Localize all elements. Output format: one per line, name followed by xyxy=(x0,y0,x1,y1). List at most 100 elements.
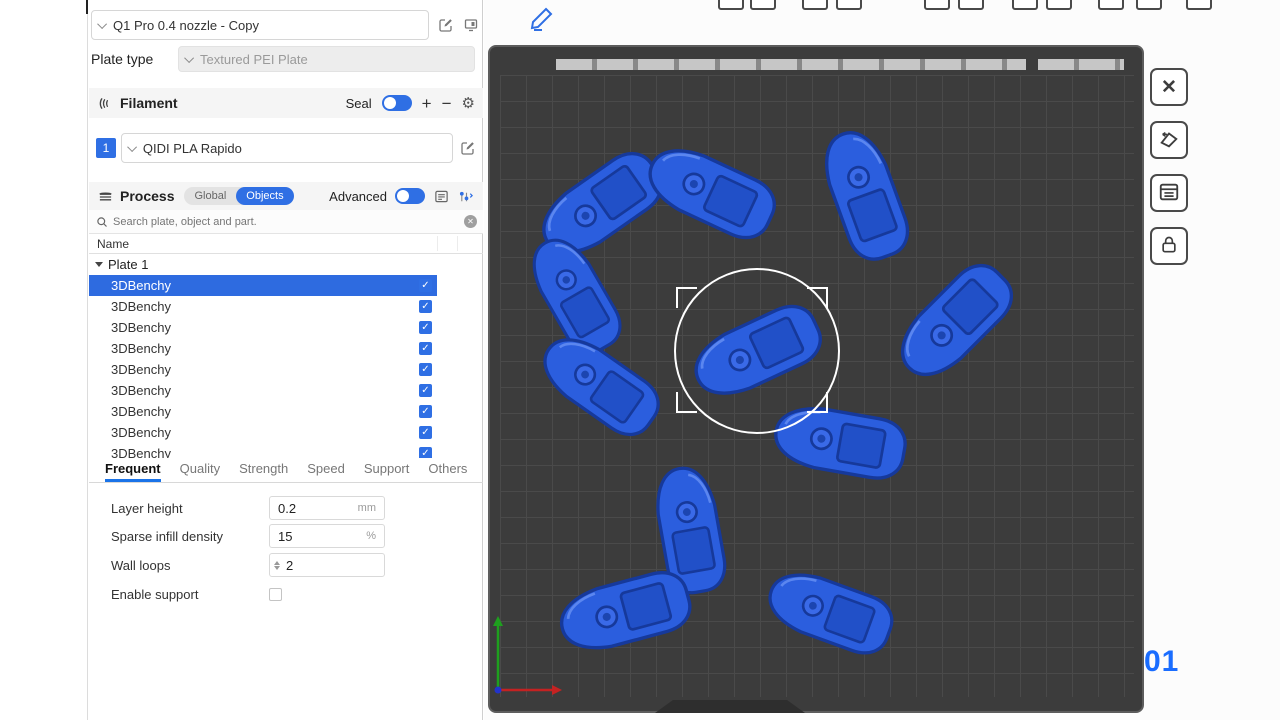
advanced-toggle[interactable] xyxy=(395,188,425,204)
object-sort-icon[interactable] xyxy=(458,188,475,205)
wall-loops-input[interactable] xyxy=(286,558,346,573)
lock-button[interactable] xyxy=(1150,227,1188,265)
filament-settings-icon[interactable]: ⚙ xyxy=(462,94,475,112)
visibility-checkbox[interactable]: ✓ xyxy=(419,426,432,439)
table-row[interactable]: 3DBenchy ✓ xyxy=(89,275,483,296)
object-label: 3DBenchy xyxy=(111,317,171,338)
unit-label: % xyxy=(366,530,376,542)
visibility-checkbox[interactable]: ✓ xyxy=(419,384,432,397)
tab-strength[interactable]: Strength xyxy=(239,461,288,482)
filament-row: 1 QIDI PLA Rapido xyxy=(89,133,483,163)
delete-button[interactable]: ✕ xyxy=(1150,68,1188,106)
printer-select[interactable]: Q1 Pro 0.4 nozzle - Copy xyxy=(91,10,429,40)
panel-divider xyxy=(86,0,88,14)
printer-panel-icon[interactable] xyxy=(462,17,479,34)
scope-global[interactable]: Global xyxy=(184,187,236,205)
table-row[interactable]: 3DBenchy ✓ xyxy=(89,422,483,443)
visibility-checkbox[interactable]: ✓ xyxy=(419,300,432,313)
tab-frequent[interactable]: Frequent xyxy=(105,461,161,482)
plate-tree-item[interactable]: Plate 1 xyxy=(89,254,483,275)
toolbar-icon[interactable] xyxy=(924,0,950,10)
object-label: 3DBenchy xyxy=(111,338,171,359)
object-label: 3DBenchy xyxy=(111,443,171,458)
visibility-checkbox[interactable]: ✓ xyxy=(419,363,432,376)
plate-type-select[interactable]: Textured PEI Plate xyxy=(178,46,475,72)
process-tabs: Frequent Quality Strength Speed Support … xyxy=(89,458,483,483)
edit-pencil-icon[interactable] xyxy=(528,4,556,32)
layer-height-input[interactable] xyxy=(278,501,348,516)
visibility-checkbox[interactable]: ✓ xyxy=(419,342,432,355)
object-table-button[interactable] xyxy=(1150,174,1188,212)
column-divider xyxy=(457,236,458,251)
search-icon xyxy=(95,215,108,228)
toolbar-icon[interactable] xyxy=(802,0,828,10)
auto-arrange-icon xyxy=(1158,128,1180,153)
plate-type-row: Plate type Textured PEI Plate xyxy=(91,45,481,73)
table-row[interactable]: 3DBenchy ✓ xyxy=(89,443,483,458)
auto-arrange-button[interactable] xyxy=(1150,121,1188,159)
scope-objects[interactable]: Objects xyxy=(236,187,293,205)
remove-filament-button[interactable]: − xyxy=(442,95,452,112)
3d-viewport[interactable]: ✕ 01 xyxy=(484,0,1280,720)
clear-search-icon[interactable]: ✕ xyxy=(464,215,477,228)
object-label: 3DBenchy xyxy=(111,359,171,380)
table-row[interactable]: 3DBenchy ✓ xyxy=(89,380,483,401)
toggle-knob xyxy=(397,190,409,202)
filament-section-header: Filament Seal + − ⚙ xyxy=(89,88,483,118)
object-list: Name Plate 1 3DBenchy ✓ 3DBenchy ✓ 3DBen… xyxy=(89,234,483,458)
process-section-header: Process Global Objects Advanced xyxy=(89,182,483,210)
scope-switch: Global Objects xyxy=(184,187,293,205)
quantity-stepper[interactable] xyxy=(274,561,280,570)
toolbar-icon[interactable] xyxy=(1012,0,1038,10)
edit-printer-icon[interactable] xyxy=(437,17,454,34)
edit-filament-icon[interactable] xyxy=(459,140,476,157)
collapsed-left-panel xyxy=(0,0,88,720)
chevron-down-icon xyxy=(127,142,137,152)
table-row[interactable]: 3DBenchy ✓ xyxy=(89,359,483,380)
param-list-icon[interactable] xyxy=(433,188,450,205)
plate-number-badge[interactable]: 01 xyxy=(1144,645,1179,679)
param-row-wall-loops: Wall loops xyxy=(89,552,483,578)
plate-front-tab xyxy=(655,700,805,713)
visibility-checkbox[interactable]: ✓ xyxy=(419,321,432,334)
process-layers-icon xyxy=(97,188,114,205)
tab-others[interactable]: Others xyxy=(428,461,467,482)
wall-loops-input-box xyxy=(269,553,385,577)
toolbar-icon[interactable] xyxy=(718,0,744,10)
stepper-down-icon[interactable] xyxy=(274,566,280,570)
lock-icon xyxy=(1159,235,1179,258)
filament-select[interactable]: QIDI PLA Rapido xyxy=(121,133,453,163)
tab-quality[interactable]: Quality xyxy=(180,461,220,482)
seal-toggle[interactable] xyxy=(382,95,412,111)
tab-support[interactable]: Support xyxy=(364,461,410,482)
wall-loops-label: Wall loops xyxy=(111,558,269,573)
object-label: 3DBenchy xyxy=(111,380,171,401)
enable-support-checkbox[interactable] xyxy=(269,588,282,601)
search-input[interactable] xyxy=(113,216,459,228)
toolbar-icon[interactable] xyxy=(958,0,984,10)
search-bar: ✕ xyxy=(89,210,483,234)
table-row[interactable]: 3DBenchy ✓ xyxy=(89,296,483,317)
visibility-checkbox[interactable]: ✓ xyxy=(419,279,432,292)
table-row[interactable]: 3DBenchy ✓ xyxy=(89,317,483,338)
toolbar-icon[interactable] xyxy=(1046,0,1072,10)
filament-slot-badge[interactable]: 1 xyxy=(96,138,116,158)
param-row-layer-height: Layer height mm xyxy=(89,495,483,521)
printer-name: Q1 Pro 0.4 nozzle - Copy xyxy=(113,18,259,33)
table-row[interactable]: 3DBenchy ✓ xyxy=(89,401,483,422)
stepper-up-icon[interactable] xyxy=(274,561,280,565)
toolbar-icon[interactable] xyxy=(1136,0,1162,10)
tab-speed[interactable]: Speed xyxy=(307,461,345,482)
sparse-infill-input[interactable] xyxy=(278,529,348,544)
visibility-checkbox[interactable]: ✓ xyxy=(419,447,432,458)
table-row[interactable]: 3DBenchy ✓ xyxy=(89,338,483,359)
chevron-down-icon xyxy=(184,53,194,63)
toolbar-icon[interactable] xyxy=(836,0,862,10)
toolbar-icon[interactable] xyxy=(1186,0,1212,10)
add-filament-button[interactable]: + xyxy=(422,95,432,112)
toolbar-icon[interactable] xyxy=(1098,0,1124,10)
visibility-checkbox[interactable]: ✓ xyxy=(419,405,432,418)
expand-chevron-icon[interactable] xyxy=(95,262,103,267)
layer-height-label: Layer height xyxy=(111,501,269,516)
toolbar-icon[interactable] xyxy=(750,0,776,10)
